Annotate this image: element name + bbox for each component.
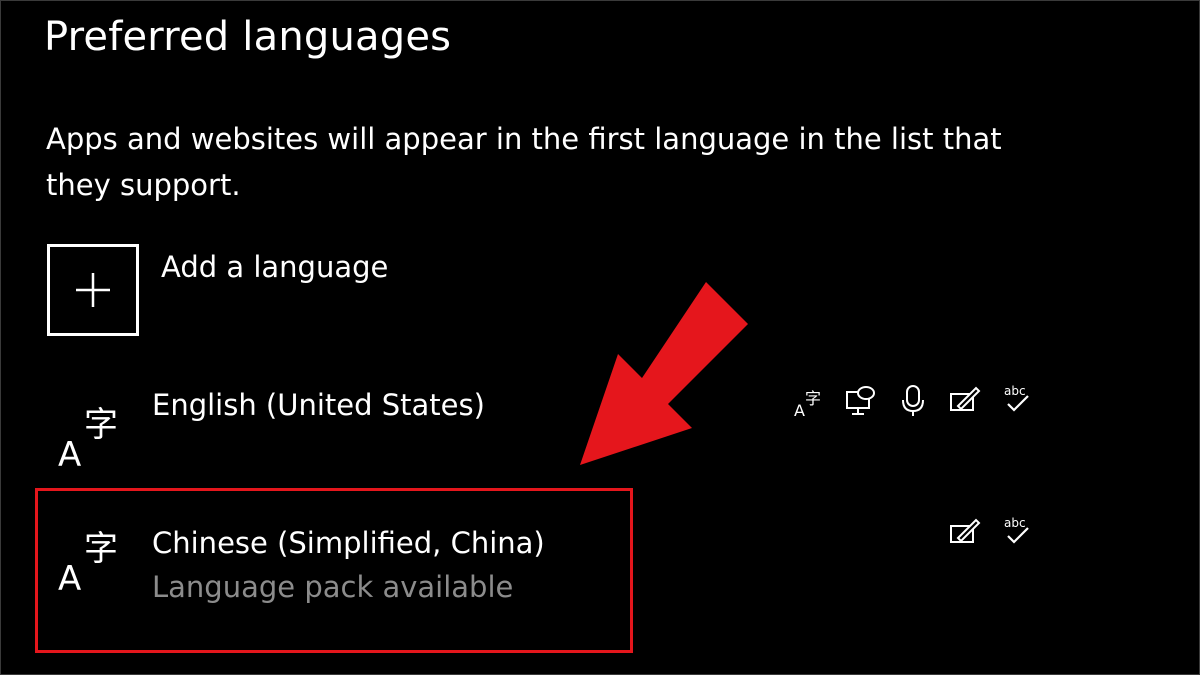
display-language-icon: A 字	[794, 389, 821, 418]
spell-check-icon: abc	[1004, 516, 1029, 544]
language-item-chinese[interactable]: A 字 Chinese (Simplified, China) Language…	[38, 490, 1038, 610]
handwriting-icon	[950, 386, 981, 411]
spell-check-icon: abc	[1004, 384, 1029, 412]
add-language-label: Add a language	[161, 250, 389, 284]
handwriting-icon	[950, 518, 981, 543]
speech-recognition-icon	[902, 385, 924, 416]
section-description: Apps and websites will appear in the fir…	[46, 122, 1002, 202]
red-arrow-annotation	[580, 282, 748, 465]
language-name: Chinese (Simplified, China)	[152, 526, 545, 560]
svg-text:字: 字	[84, 405, 118, 445]
language-item-english[interactable]: A 字 English (United States) A 字 abc	[38, 378, 1038, 498]
language-icon: A 字	[58, 405, 118, 470]
text-to-speech-icon	[846, 386, 875, 415]
svg-text:A: A	[58, 435, 81, 470]
svg-text:字: 字	[84, 529, 118, 569]
language-name: English (United States)	[152, 388, 485, 422]
svg-text:A: A	[794, 401, 805, 418]
page-title: Preferred languages	[44, 14, 452, 60]
language-icon: A 字	[58, 529, 118, 594]
svg-text:A: A	[58, 559, 81, 594]
svg-text:字: 字	[805, 389, 821, 408]
svg-text:abc: abc	[1004, 516, 1026, 530]
add-language-button[interactable]: Add a language	[47, 244, 467, 336]
svg-text:abc: abc	[1004, 384, 1026, 398]
language-pack-status: Language pack available	[152, 570, 514, 604]
plus-icon	[47, 244, 139, 336]
